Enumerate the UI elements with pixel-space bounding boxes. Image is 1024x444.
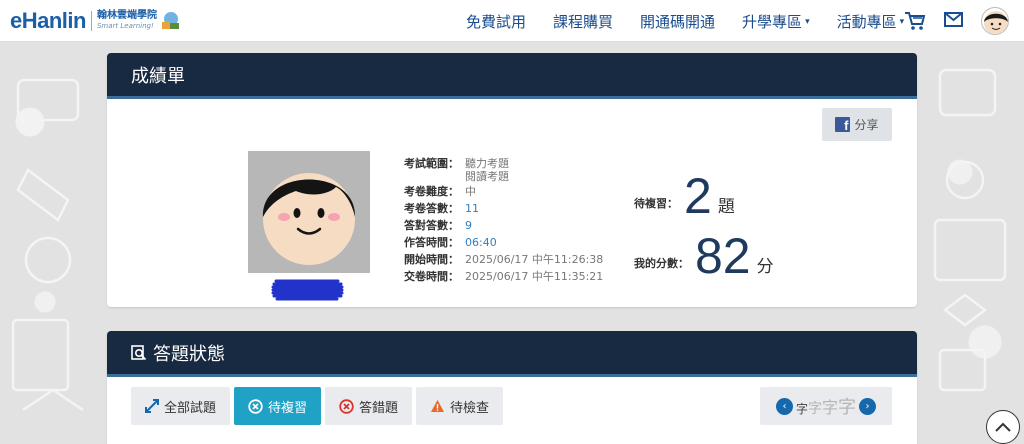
top-navigation-bar: eHanlin 翰林雲端學院 Smart Learning! 免費試用 課程購買… <box>0 0 1024 42</box>
info-value-correct-count: 9 <box>465 219 472 232</box>
expand-icon <box>145 399 159 413</box>
font-size-decrease-button[interactable]: ‹ <box>775 397 793 415</box>
share-label: 分享 <box>854 118 879 132</box>
info-value-submit-time: 2025/06/17 中午11:35:21 <box>465 270 604 283</box>
info-row-correct-count: 答對答數： 9 <box>404 217 603 234</box>
tab-wrong-answers[interactable]: 答錯題 <box>325 387 413 425</box>
report-card-header: 成績單 <box>107 53 917 99</box>
tab-pending-check-label: 待檢查 <box>450 400 490 416</box>
font-size-char[interactable]: 字 <box>838 393 856 419</box>
logo-subtitle-en: Smart Learning! <box>96 22 154 30</box>
nav-activation-code[interactable]: 開通碼開通 <box>640 11 715 32</box>
review-count-stat: 待複習： 2 題 <box>634 171 735 221</box>
nav-admissions-zone[interactable]: 升學專區 ▾ <box>742 11 810 32</box>
info-row-question-count: 考卷答數： 11 <box>404 200 603 217</box>
nav-free-trial-label: 免費試用 <box>466 13 527 31</box>
user-avatar[interactable] <box>981 7 1009 35</box>
logo-subtitle-cn: 翰林雲端學院 <box>96 10 157 21</box>
info-row-submit-time: 交卷時間： 2025/06/17 中午11:35:21 <box>404 268 603 285</box>
score-stat: 我的分數： 82 分 <box>634 231 774 281</box>
info-row-duration: 作答時間： 06:40 <box>404 234 603 251</box>
info-value-question-count: 11 <box>465 202 479 215</box>
info-label: 考卷答數： <box>404 202 459 215</box>
score-value: 82 <box>695 228 751 284</box>
logo-subtitle: 翰林雲端學院 Smart Learning! <box>97 11 157 30</box>
main-nav: 免費試用 課程購買 開通碼開通 升學專區 ▾ 活動專區 ▾ <box>466 0 931 42</box>
font-size-increase-button[interactable]: › <box>859 397 877 415</box>
info-value-scope: 聽力考題 閱讀考題 <box>465 155 509 183</box>
facebook-icon: f <box>835 117 851 132</box>
info-label: 答對答數： <box>404 219 459 232</box>
user-avatar-face-icon <box>984 11 1008 34</box>
nav-admissions-zone-label: 升學專區 <box>742 13 803 31</box>
search-doc-icon <box>131 344 147 360</box>
info-label: 交卷時間： <box>404 270 459 283</box>
tab-wrong-answers-label: 答錯題 <box>359 400 399 416</box>
facebook-share-button[interactable]: f 分享 <box>822 108 892 141</box>
mail-icon[interactable] <box>944 12 963 27</box>
score-unit: 分 <box>756 257 774 277</box>
site-logo[interactable]: eHanlin 翰林雲端學院 Smart Learning! <box>10 0 182 42</box>
tab-pending-review[interactable]: 待複習 <box>234 387 322 425</box>
chevron-up-icon <box>995 422 1011 432</box>
student-photo <box>248 151 370 273</box>
student-face-icon <box>262 173 356 265</box>
background-doodles-left <box>11 78 84 412</box>
score-label: 我的分數： <box>634 257 689 270</box>
font-size-char[interactable]: 字 <box>796 400 808 417</box>
redacted-name-scribble <box>271 279 344 301</box>
info-label: 考卷難度： <box>404 185 459 198</box>
info-label: 開始時間： <box>404 253 459 266</box>
report-card: 成績單 f 分享 考試範圍： 聽力考題 閱讀考題 考卷難度： 中 考卷答數： 1… <box>107 53 917 307</box>
tab-pending-check[interactable]: 待檢查 <box>416 387 504 425</box>
font-size-char[interactable]: 字 <box>822 394 838 418</box>
info-label: 考試範圍： <box>404 157 459 170</box>
nav-events-zone-label: 活動專區 <box>836 13 897 31</box>
logo-text: eHanlin <box>10 7 86 33</box>
info-row-start-time: 開始時間： 2025/06/17 中午11:26:38 <box>404 251 603 268</box>
font-size-control: ‹ 字 字 字 字 › <box>760 387 892 425</box>
info-row-scope: 考試範圍： 聽力考題 閱讀考題 <box>404 155 603 183</box>
info-value-duration: 06:40 <box>465 236 497 249</box>
font-size-char[interactable]: 字 <box>808 398 822 418</box>
info-row-difficulty: 考卷難度： 中 <box>404 183 603 200</box>
answer-status-card: 答題狀態 全部試題 待複習 答錯題 待檢查 ‹ 字 字 字 字 › <box>107 331 917 444</box>
logo-books-icon <box>161 11 179 29</box>
red-x-icon <box>339 398 354 414</box>
nav-events-zone[interactable]: 活動專區 ▾ <box>837 11 905 32</box>
exam-info: 考試範圍： 聽力考題 閱讀考題 考卷難度： 中 考卷答數： 11 答對答數： 9… <box>404 155 603 285</box>
cart-icon[interactable] <box>904 11 926 31</box>
answer-filter-tabs: 全部試題 待複習 答錯題 待檢查 <box>131 387 507 425</box>
background-doodles-right <box>933 68 1007 392</box>
nav-course-purchase[interactable]: 課程購買 <box>553 11 613 32</box>
warning-icon <box>430 399 445 413</box>
scope-item: 閱讀考題 <box>465 170 509 183</box>
scroll-to-top-button[interactable] <box>986 410 1020 444</box>
info-value-difficulty: 中 <box>465 185 476 198</box>
nav-activation-code-label: 開通碼開通 <box>640 13 716 31</box>
tab-all-questions-label: 全部試題 <box>164 400 217 416</box>
answer-status-header: 答題狀態 <box>107 331 917 377</box>
chevron-down-icon: ▾ <box>805 15 810 26</box>
tab-pending-review-label: 待複習 <box>268 400 308 416</box>
scope-item: 聽力考題 <box>465 157 509 170</box>
info-value-start-time: 2025/06/17 中午11:26:38 <box>465 253 604 266</box>
review-label: 待複習： <box>634 197 678 210</box>
logo-divider <box>90 10 92 31</box>
report-title: 成績單 <box>131 65 185 87</box>
info-label: 作答時間： <box>404 236 459 249</box>
font-size-preview: 字 字 字 字 <box>796 393 856 419</box>
answer-status-title: 答題狀態 <box>153 343 225 365</box>
nav-free-trial[interactable]: 免費試用 <box>466 11 526 32</box>
review-unit: 題 <box>717 197 735 217</box>
nav-course-purchase-label: 課程購買 <box>553 13 614 31</box>
review-count: 2 <box>684 168 712 224</box>
tab-all-questions[interactable]: 全部試題 <box>131 387 231 425</box>
circle-x-icon <box>248 398 263 414</box>
